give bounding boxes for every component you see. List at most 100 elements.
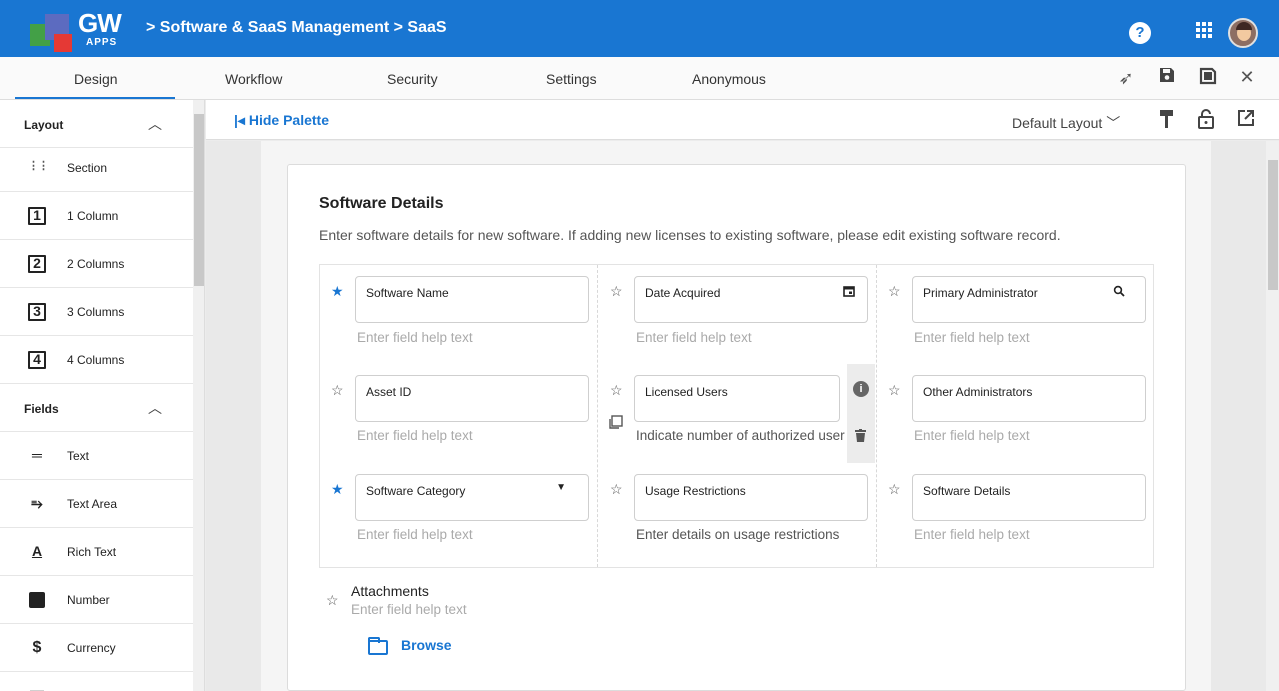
palette-item-label: 4 Columns xyxy=(67,353,125,367)
paint-roller-icon[interactable] xyxy=(1158,109,1176,134)
field-licensed-users[interactable]: Licensed Users xyxy=(634,375,840,422)
close-icon[interactable]: ✕ xyxy=(1236,67,1258,88)
field-primary-administrator[interactable]: Primary Administrator xyxy=(912,276,1146,323)
lock-open-icon[interactable] xyxy=(1198,109,1214,134)
layout-select[interactable]: Default Layout ﹀ xyxy=(1012,113,1120,133)
field-label: Date Acquired xyxy=(645,286,721,300)
field-label: Primary Administrator xyxy=(923,286,1038,300)
required-star-icon[interactable]: ★ xyxy=(331,283,344,300)
section-icon: ⋮⋮ xyxy=(28,160,49,172)
palette-item-label: Text Area xyxy=(67,497,118,511)
field-help-text: Enter field help text xyxy=(914,428,1030,443)
palette-item-label: 3 Columns xyxy=(67,305,125,319)
collapse-fields-icon[interactable]: ︿ xyxy=(148,398,162,418)
required-toggle-star-icon[interactable]: ☆ xyxy=(888,481,901,498)
required-toggle-star-icon[interactable]: ☆ xyxy=(610,283,623,300)
delete-field-icon[interactable] xyxy=(855,429,866,445)
palette-item-currency[interactable]: $ Currency xyxy=(0,624,193,672)
browse-button[interactable]: Browse xyxy=(401,637,452,653)
hide-palette-button[interactable]: |◂ Hide Palette xyxy=(234,112,329,129)
app-launcher-icon[interactable] xyxy=(1196,22,1212,38)
collapse-layout-icon[interactable]: ︿ xyxy=(148,114,162,134)
rich-text-icon: A xyxy=(31,543,43,559)
top-app-bar: GW APPS > Software & SaaS Management > S… xyxy=(0,0,1279,57)
tab-anonymous[interactable]: Anonymous xyxy=(692,71,766,87)
required-toggle-star-icon[interactable]: ☆ xyxy=(888,382,901,399)
duplicate-field-icon[interactable] xyxy=(609,415,623,432)
tab-design[interactable]: Design xyxy=(74,71,118,87)
sidebar-scroll-thumb[interactable] xyxy=(194,114,204,286)
field-date-acquired[interactable]: Date Acquired xyxy=(634,276,868,323)
field-label: Software Name xyxy=(366,286,449,300)
field-help-text: Enter field help text xyxy=(914,330,1030,345)
layout-section-title: Layout xyxy=(24,118,64,132)
palette-item-date-partial[interactable]: ▬ xyxy=(0,672,193,691)
publish-rocket-icon[interactable]: ➶ xyxy=(1115,68,1137,89)
field-software-category[interactable]: Software Category ▼ xyxy=(355,474,589,521)
open-external-icon[interactable] xyxy=(1237,109,1255,132)
palette-item-text-area[interactable]: ⥱ Text Area xyxy=(0,480,193,528)
help-icon[interactable]: ? xyxy=(1129,22,1151,44)
layout-section-header[interactable]: Layout ︿ xyxy=(0,100,193,148)
tab-settings[interactable]: Settings xyxy=(546,71,597,87)
required-toggle-star-icon[interactable]: ☆ xyxy=(888,283,901,300)
one-column-icon: 1 xyxy=(28,207,46,225)
logo-text: GW xyxy=(78,8,122,38)
info-icon[interactable]: i xyxy=(853,381,869,397)
field-label: Licensed Users xyxy=(645,385,728,399)
section-description[interactable]: Enter software details for new software.… xyxy=(319,227,1061,243)
required-toggle-star-icon[interactable]: ☆ xyxy=(610,382,623,399)
required-toggle-star-icon[interactable]: ☆ xyxy=(326,592,339,609)
logo-square-red xyxy=(54,34,72,52)
palette-item-number[interactable]: 1 Number xyxy=(0,576,193,624)
text-icon: ═ xyxy=(32,447,42,463)
field-usage-restrictions[interactable]: Usage Restrictions xyxy=(634,474,868,521)
date-icon: ▬ xyxy=(30,682,44,691)
attachments-label[interactable]: Attachments xyxy=(351,583,429,599)
field-asset-id[interactable]: Asset ID xyxy=(355,375,589,422)
required-toggle-star-icon[interactable]: ☆ xyxy=(610,481,623,498)
tab-workflow[interactable]: Workflow xyxy=(225,71,282,87)
currency-icon: $ xyxy=(32,639,42,656)
palette-item-rich-text[interactable]: A Rich Text xyxy=(0,528,193,576)
fields-section-header[interactable]: Fields ︿ xyxy=(0,384,193,432)
palette-item-label: Currency xyxy=(67,641,116,655)
save-as-icon[interactable] xyxy=(1197,66,1219,91)
field-help-text: Indicate number of authorized user xyxy=(636,428,845,443)
required-toggle-star-icon[interactable]: ☆ xyxy=(331,382,344,399)
breadcrumb[interactable]: > Software & SaaS Management > SaaS xyxy=(146,19,447,37)
field-palette-sidebar: Layout ︿ ⋮⋮ Section 1 1 Column 2 2 Colum… xyxy=(0,100,205,691)
field-help-text: Enter field help text xyxy=(357,330,473,345)
palette-item-2-columns[interactable]: 2 2 Columns xyxy=(0,240,193,288)
canvas-scroll-thumb[interactable] xyxy=(1268,160,1278,290)
field-help-text: Enter field help text xyxy=(914,527,1030,542)
number-icon: 1 xyxy=(29,592,45,608)
field-software-details[interactable]: Software Details xyxy=(912,474,1146,521)
gw-apps-logo[interactable]: GW APPS xyxy=(30,8,130,52)
palette-item-label: 2 Columns xyxy=(67,257,125,271)
field-other-administrators[interactable]: Other Administrators xyxy=(912,375,1146,422)
save-icon[interactable] xyxy=(1156,66,1178,89)
section-title[interactable]: Software Details xyxy=(319,195,443,213)
field-software-name[interactable]: Software Name xyxy=(355,276,589,323)
search-icon xyxy=(1113,285,1125,300)
palette-item-section[interactable]: ⋮⋮ Section xyxy=(0,144,193,192)
palette-item-text[interactable]: ═ Text xyxy=(0,432,193,480)
folder-icon[interactable] xyxy=(368,637,388,655)
fields-section-title: Fields xyxy=(24,402,59,416)
palette-item-1-column[interactable]: 1 1 Column xyxy=(0,192,193,240)
required-star-icon[interactable]: ★ xyxy=(331,481,344,498)
field-label: Usage Restrictions xyxy=(645,484,746,498)
palette-item-3-columns[interactable]: 3 3 Columns xyxy=(0,288,193,336)
palette-item-4-columns[interactable]: 4 4 Columns xyxy=(0,336,193,384)
two-columns-icon: 2 xyxy=(28,255,46,273)
layout-select-value: Default Layout xyxy=(1012,115,1103,131)
palette-item-label: Text xyxy=(67,449,90,463)
tab-security[interactable]: Security xyxy=(387,71,438,87)
avatar[interactable] xyxy=(1228,18,1258,48)
field-label: Other Administrators xyxy=(923,385,1033,399)
palette-item-label: Section xyxy=(67,161,108,175)
three-columns-icon: 3 xyxy=(28,303,46,321)
logo-subtext: APPS xyxy=(86,37,118,48)
palette-item-label: Number xyxy=(67,593,110,607)
